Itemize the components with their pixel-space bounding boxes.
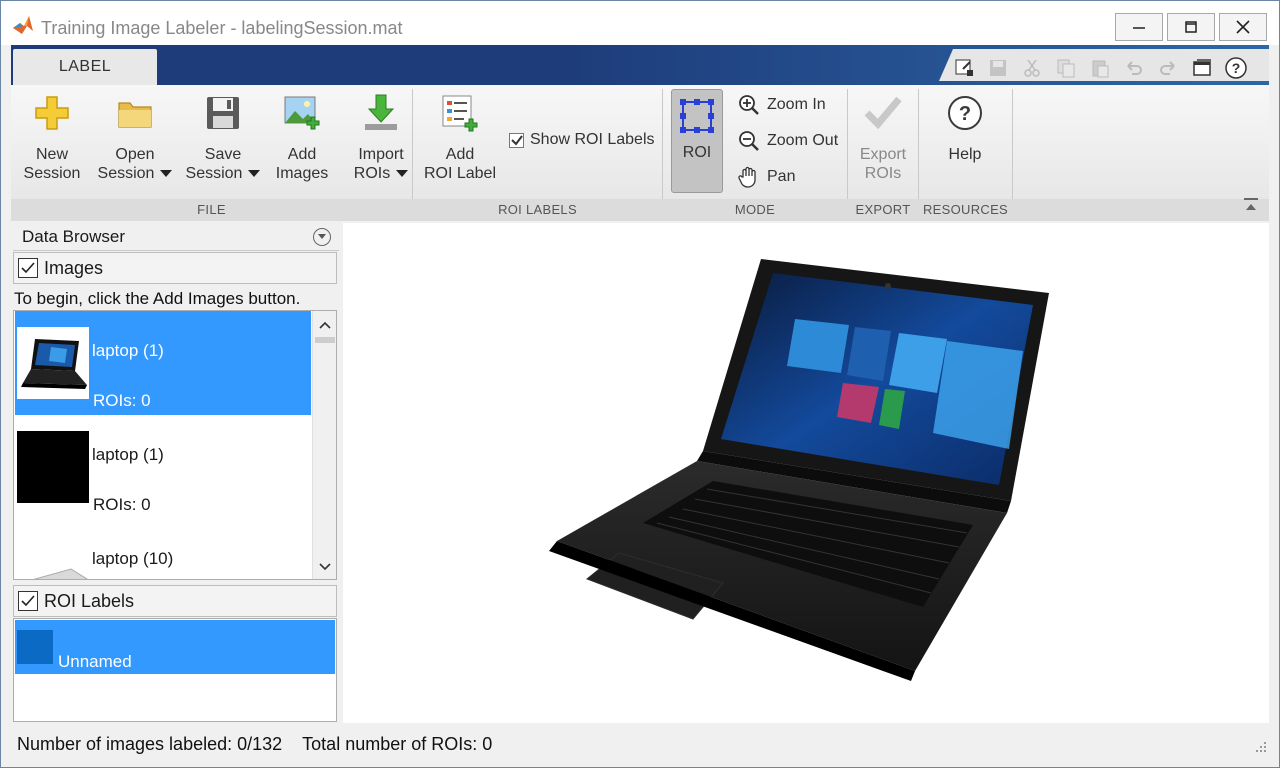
open-session-button[interactable]: Open Session (93, 91, 177, 183)
layout-icon[interactable] (1191, 57, 1213, 79)
zoom-in-button[interactable]: Zoom In (737, 93, 826, 117)
roi-rectangle-icon (677, 96, 717, 136)
new-session-button[interactable]: New Session (15, 91, 89, 183)
data-browser-header: Data Browser (13, 223, 339, 251)
scroll-down-icon[interactable] (313, 555, 336, 579)
roi-labels-checkbox-icon[interactable] (18, 591, 38, 611)
pan-button[interactable]: Pan (737, 165, 795, 189)
image-list-scrollbar[interactable] (312, 311, 336, 579)
minimize-button[interactable] (1115, 13, 1163, 41)
add-roi-label-button[interactable]: Add ROI Label (421, 91, 499, 183)
ribbon: New Session Open Session Save Session Ad… (11, 85, 1269, 221)
laptop-thumbnail (17, 327, 89, 399)
save-session-button[interactable]: Save Session (181, 91, 265, 183)
app-window: Training Image Labeler - labelingSession… (0, 0, 1280, 768)
image-canvas[interactable] (343, 223, 1269, 723)
help-icon: ? (945, 91, 985, 135)
pan-hand-icon (737, 165, 761, 189)
images-section-header[interactable]: Images (13, 252, 337, 284)
export-rois-button[interactable]: Export ROIs (851, 91, 915, 183)
black-thumbnail (17, 431, 89, 503)
list-item-image[interactable]: laptop (10) (15, 519, 311, 579)
tab-label[interactable]: LABEL (13, 49, 157, 85)
group-label-resources: RESOURCES (922, 202, 1009, 217)
save-icon[interactable] (987, 57, 1009, 79)
images-checkbox-icon[interactable] (18, 258, 38, 278)
status-bar: Number of images labeled: 0/132 Total nu… (11, 729, 1269, 759)
minimize-icon (1133, 27, 1145, 29)
silver-laptop-thumbnail (17, 535, 89, 579)
roi-labels-section-header[interactable]: ROI Labels (13, 585, 337, 617)
maximize-icon (1185, 21, 1197, 33)
group-label-mode: MODE (734, 202, 776, 217)
collapse-ribbon-icon[interactable] (1243, 197, 1259, 213)
checkbox-checked-icon[interactable] (509, 132, 524, 148)
show-roi-labels-checkbox[interactable]: Show ROI Labels (509, 131, 655, 149)
redo-icon[interactable] (1157, 57, 1179, 79)
list-item-image[interactable]: laptop (1) ROIs: 0 (15, 415, 311, 519)
roi-mode-toggle[interactable]: ROI (671, 89, 723, 193)
roi-color-swatch[interactable] (17, 630, 53, 664)
group-label-export: EXPORT (855, 202, 911, 217)
data-browser-panel: Data Browser Images To begin, click the … (11, 223, 339, 723)
list-item-image[interactable]: laptop (1) ROIs: 0 (15, 311, 311, 415)
close-icon (1236, 20, 1250, 34)
close-button[interactable] (1219, 13, 1267, 41)
list-item-roi-label[interactable]: Unnamed (15, 620, 335, 674)
open-dropdown-caret-icon[interactable] (160, 170, 173, 178)
roi-label-list: Unnamed (13, 618, 337, 722)
total-rois-status: Total number of ROIs: 0 (302, 733, 493, 754)
svg-text:?: ? (1232, 60, 1241, 76)
add-images-hint: To begin, click the Add Images button. (14, 289, 301, 308)
group-label-file: FILE (197, 202, 226, 217)
copy-icon[interactable] (1055, 57, 1077, 79)
floppy-save-icon (203, 91, 243, 135)
svg-text:?: ? (959, 103, 971, 125)
undock-icon[interactable] (953, 57, 975, 79)
export-check-icon (863, 91, 903, 135)
title-bar: Training Image Labeler - labelingSession… (1, 1, 1279, 45)
images-labeled-status: Number of images labeled: 0/132 (17, 733, 283, 754)
scrollbar-thumb[interactable] (315, 337, 335, 343)
new-plus-icon (32, 91, 72, 135)
add-images-icon (282, 91, 322, 135)
add-images-button[interactable]: Add Images (269, 91, 335, 183)
cut-icon[interactable] (1021, 57, 1043, 79)
undo-icon[interactable] (1123, 57, 1145, 79)
group-label-roi-labels: ROI LABELS (498, 202, 577, 217)
help-quick-icon[interactable]: ? (1225, 57, 1247, 79)
window-title: Training Image Labeler - labelingSession… (41, 18, 403, 38)
add-roi-label-icon (440, 91, 480, 135)
matlab-logo-icon (13, 16, 33, 34)
folder-icon (115, 91, 155, 135)
maximize-button[interactable] (1167, 13, 1215, 41)
zoom-out-button[interactable]: Zoom Out (737, 129, 838, 153)
import-rois-button[interactable]: Import ROIs (343, 91, 419, 183)
image-list: laptop (1) ROIs: 0 laptop (1) ROIs: 0 la… (13, 310, 337, 580)
import-dropdown-caret-icon[interactable] (396, 170, 409, 178)
save-dropdown-caret-icon[interactable] (248, 170, 261, 178)
ribbon-tabstrip: LABEL ? (11, 45, 1269, 85)
zoom-out-icon (737, 129, 761, 153)
laptop-image (549, 259, 1049, 681)
resize-grip-icon[interactable] (1253, 741, 1267, 755)
quick-access-toolbar: ? (939, 49, 1269, 81)
paste-icon[interactable] (1089, 57, 1111, 79)
scroll-up-icon[interactable] (313, 313, 336, 337)
panel-menu-icon[interactable] (313, 228, 331, 246)
zoom-in-icon (737, 93, 761, 117)
import-arrow-icon (361, 91, 401, 135)
help-button[interactable]: ? Help (925, 91, 1005, 164)
